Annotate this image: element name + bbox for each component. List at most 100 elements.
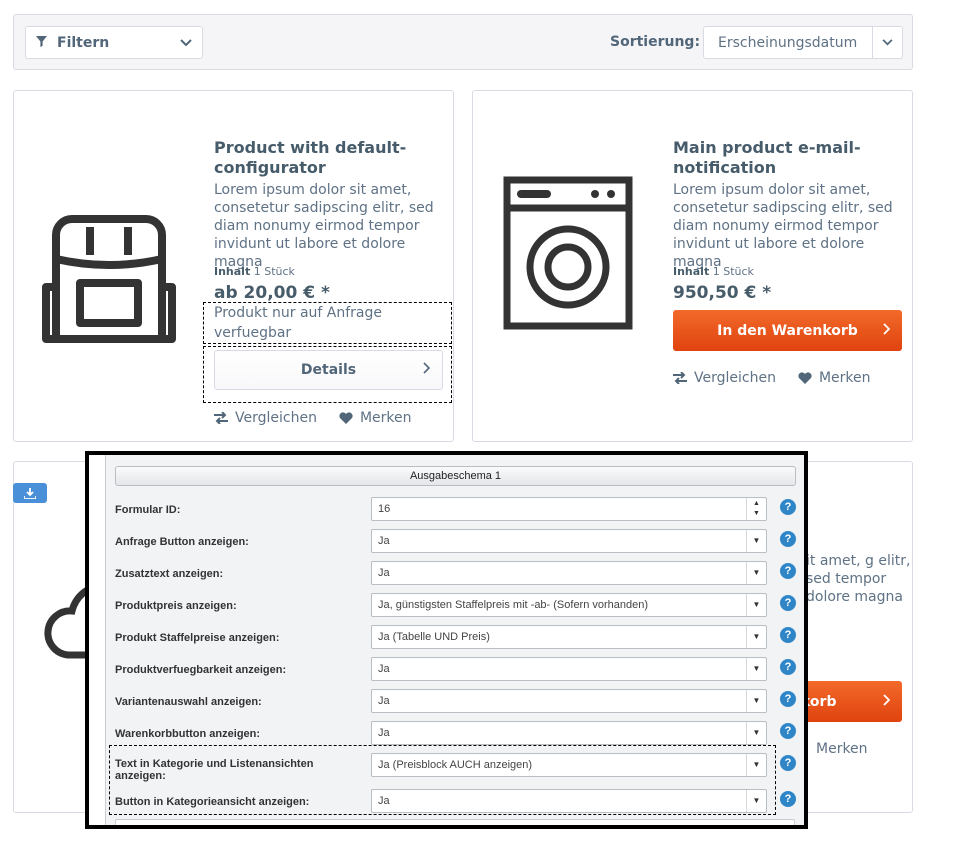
field-value: Ja (378, 695, 390, 707)
spinner-arrows-icon[interactable]: ▲ ▼ (746, 498, 766, 520)
help-icon[interactable]: ? (780, 627, 796, 643)
field-value: Ja (378, 663, 390, 675)
product-price: 950,50 € * (673, 283, 772, 303)
product-title[interactable]: Main product e-mail-notification (673, 138, 903, 178)
compare-icon (214, 412, 228, 424)
download-icon (24, 487, 36, 499)
dropdown-arrow-icon[interactable]: ▼ (746, 530, 766, 552)
help-icon[interactable]: ? (780, 595, 796, 611)
field-label: Produktpreis anzeigen: (115, 600, 237, 612)
form-id-field[interactable]: 16 ▲ ▼ (371, 497, 767, 521)
sort-select[interactable]: Erscheinungsdatum (703, 26, 903, 59)
sort-label: Sortierung: (610, 34, 701, 50)
field-label: Formular ID: (115, 504, 181, 516)
field-label: Anfrage Button anzeigen: (115, 536, 249, 548)
filter-button[interactable]: Filtern (25, 26, 203, 59)
help-icon[interactable]: ? (780, 563, 796, 579)
dropdown-arrow-icon[interactable]: ▼ (746, 722, 766, 744)
highlight-frame (203, 302, 452, 344)
settings-row: Variantenauswahl anzeigen: Ja ▼ ? (115, 689, 796, 717)
settings-row: Zusatztext anzeigen: Ja ▼ ? (115, 561, 796, 589)
help-icon[interactable]: ? (780, 531, 796, 547)
heart-icon (798, 372, 812, 384)
unit-value: 1 Stück (712, 265, 754, 278)
select-field[interactable]: Ja ▼ (371, 529, 767, 553)
sort-value: Erscheinungsdatum (718, 34, 858, 51)
product-actions: Vergleichen Merken (673, 370, 871, 386)
compare-link[interactable]: Vergleichen (673, 370, 776, 386)
chevron-right-icon (883, 693, 891, 710)
select-field[interactable]: Ja (Tabelle UND Preis) ▼ (371, 625, 767, 649)
help-icon[interactable]: ? (780, 499, 796, 515)
remember-link[interactable]: Merken (798, 370, 871, 386)
chevron-down-icon[interactable] (872, 27, 902, 58)
backpack-icon (42, 215, 176, 343)
settings-row: Produktverfuegbarkeit anzeigen: Ja ▼ ? (115, 657, 796, 685)
product-price: ab 20,00 € * (214, 283, 330, 303)
settings-row: Produktpreis anzeigen: Ja, günstigsten S… (115, 593, 796, 621)
settings-panel: Ausgabeschema 1 Formular ID: 16 ▲ ▼ ? Anf… (85, 451, 808, 829)
select-field[interactable]: Ja ▼ (371, 721, 767, 745)
settings-row: Produkt Staffelpreise anzeigen: Ja (Tabe… (115, 625, 796, 653)
compare-label: Vergleichen (235, 410, 317, 426)
compare-label: Vergleichen (694, 370, 776, 386)
field-label: Produktverfuegbarkeit anzeigen: (115, 664, 287, 676)
highlight-frame (203, 346, 452, 403)
select-field[interactable]: Ja, günstigsten Staffelpreis mit -ab- (S… (371, 593, 767, 617)
remember-link[interactable]: Merken (339, 410, 412, 426)
product-actions: Vergleichen Merken (214, 410, 412, 426)
product-description-partial: it amet, g elitr, sed tempor dolore magn… (806, 553, 911, 605)
field-label: Variantenauswahl anzeigen: (115, 696, 262, 708)
product-image[interactable] (24, 187, 194, 357)
field-value: Ja (378, 535, 390, 547)
filter-icon (36, 35, 48, 50)
add-to-cart-button[interactable]: In den Warenkorb (673, 310, 902, 351)
compare-link[interactable]: Vergleichen (214, 410, 317, 426)
help-icon[interactable]: ? (780, 691, 796, 707)
washing-machine-icon (503, 176, 633, 330)
horizontal-scrollbar[interactable] (115, 819, 795, 825)
dropdown-arrow-icon[interactable]: ▼ (746, 626, 766, 648)
unit-value: 1 Stück (253, 265, 295, 278)
select-field[interactable]: Ja ▼ (371, 657, 767, 681)
field-label: Produkt Staffelpreise anzeigen: (115, 632, 280, 644)
field-value: Ja (Tabelle UND Preis) (378, 631, 490, 643)
product-unit: Inhalt 1 Stück (673, 265, 754, 278)
filter-bar: Filtern Sortierung: Erscheinungsdatum (13, 14, 913, 70)
download-badge[interactable] (13, 483, 47, 503)
highlight-frame (109, 745, 776, 815)
dropdown-arrow-icon[interactable]: ▼ (746, 594, 766, 616)
filter-label: Filtern (57, 34, 110, 51)
remember-label: Merken (818, 370, 871, 386)
compare-icon (673, 372, 687, 384)
product-image[interactable] (485, 164, 655, 334)
select-field[interactable]: Ja ▼ (371, 689, 767, 713)
dropdown-arrow-icon[interactable]: ▼ (746, 658, 766, 680)
product-box: Main product e-mail-notification Lorem i… (472, 90, 913, 442)
dropdown-arrow-icon[interactable]: ▼ (746, 562, 766, 584)
help-icon[interactable]: ? (780, 723, 796, 739)
chevron-down-icon (180, 36, 192, 50)
product-actions: Merken (816, 741, 868, 757)
remember-label: Merken (359, 410, 412, 426)
heart-icon (339, 412, 353, 424)
help-icon[interactable]: ? (780, 755, 796, 771)
dropdown-arrow-icon[interactable]: ▼ (746, 690, 766, 712)
field-label: Warenkorbbutton anzeigen: (115, 728, 261, 740)
remember-label[interactable]: Merken (816, 741, 868, 757)
settings-row: Formular ID: 16 ▲ ▼ ? (115, 497, 796, 525)
product-title[interactable]: Product with default-configurator (214, 138, 444, 178)
field-value: Ja, günstigsten Staffelpreis mit -ab- (S… (378, 599, 649, 611)
help-icon[interactable]: ? (780, 659, 796, 675)
panel-left-gutter (89, 455, 106, 825)
product-unit: Inhalt 1 Stück (214, 265, 295, 278)
chevron-right-icon (883, 322, 891, 339)
select-field[interactable]: Ja ▼ (371, 561, 767, 585)
help-icon[interactable]: ? (780, 791, 796, 807)
field-value: Ja (378, 727, 390, 739)
panel-header[interactable]: Ausgabeschema 1 (115, 466, 796, 486)
field-value: Ja (378, 567, 390, 579)
product-description: Lorem ipsum dolor sit amet, consetetur s… (673, 182, 893, 270)
unit-label: Inhalt (214, 265, 251, 278)
field-value: 16 (378, 503, 391, 515)
